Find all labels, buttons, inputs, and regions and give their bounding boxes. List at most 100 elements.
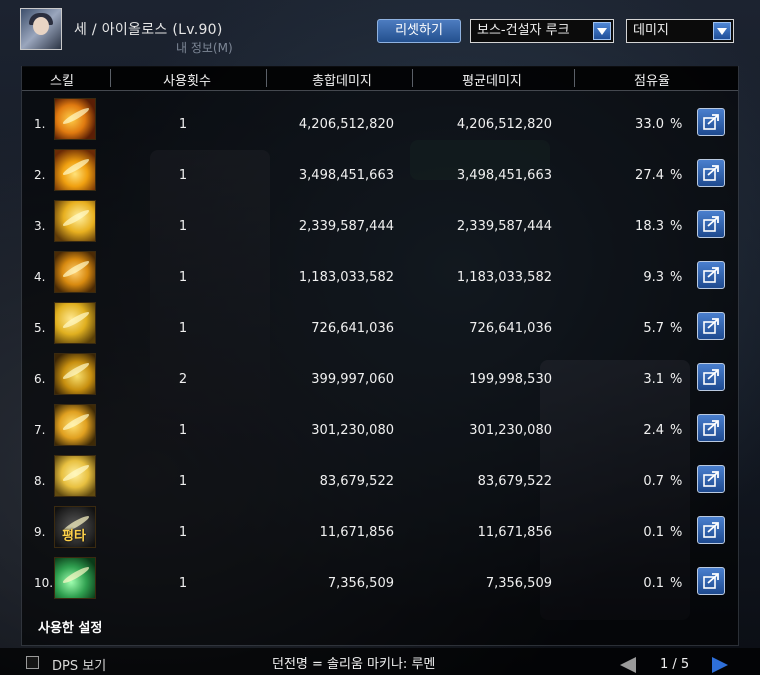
page-subtitle: 내 정보(M) [176, 41, 233, 55]
dps-checkbox[interactable] [26, 656, 39, 669]
table-row: 4. 1 1,183,033,582 1,183,033,582 9.3% [22, 249, 738, 300]
uses-count: 1 [178, 270, 188, 285]
column-average-damage[interactable]: 평균데미지 [422, 70, 562, 89]
skill-icon-2 [54, 149, 96, 191]
share-button[interactable] [697, 210, 725, 238]
average-damage: 7,356,509 [485, 576, 552, 591]
table-header: 스킬 사용횟수 총합데미지 평균데미지 점유율 [22, 66, 738, 91]
page-indicator: 1 / 5 [660, 657, 690, 672]
avatar [20, 8, 62, 50]
skill-icon-1 [54, 98, 96, 140]
share-button[interactable] [697, 516, 725, 544]
row-rank: 8. [34, 474, 46, 488]
uses-count: 1 [178, 168, 188, 183]
skill-label: 평타 [62, 529, 86, 544]
share-value: 33.0 [635, 117, 664, 132]
skill-icon-7 [54, 404, 96, 446]
share-button[interactable] [697, 159, 725, 187]
boss-select[interactable]: 보스-건설자 루크 [470, 19, 614, 43]
table-row: 1. 1 4,206,512,820 4,206,512,820 33.0% [22, 96, 738, 147]
next-page-icon[interactable] [712, 657, 728, 673]
table-row: 3. 1 2,339,587,444 2,339,587,444 18.3% [22, 198, 738, 249]
total-damage: 2,339,587,444 [298, 219, 394, 234]
export-icon [703, 114, 719, 130]
skill-icon-4 [54, 251, 96, 293]
column-share[interactable]: 점유율 [612, 70, 692, 89]
percent-sign: % [670, 219, 683, 234]
total-damage: 4,206,512,820 [298, 117, 394, 132]
uses-count: 1 [178, 219, 188, 234]
column-total-damage[interactable]: 총합데미지 [272, 70, 412, 89]
share-button[interactable] [697, 363, 725, 391]
table-row: 8. 1 83,679,522 83,679,522 0.7% [22, 453, 738, 504]
export-icon [703, 522, 719, 538]
percent-sign: % [670, 372, 683, 387]
uses-count: 2 [178, 372, 188, 387]
share-value: 3.1 [643, 372, 664, 387]
table-row: 2. 1 3,498,451,663 3,498,451,663 27.4% [22, 147, 738, 198]
total-damage: 3,498,451,663 [298, 168, 394, 183]
uses-count: 1 [178, 474, 188, 489]
total-damage: 399,997,060 [311, 372, 394, 387]
skill-icon-3 [54, 200, 96, 242]
average-damage: 1,183,033,582 [456, 270, 552, 285]
skill-icon-6 [54, 353, 96, 395]
skill-icon-5 [54, 302, 96, 344]
table-row: 5. 1 726,641,036 726,641,036 5.7% [22, 300, 738, 351]
average-damage: 301,230,080 [469, 423, 552, 438]
character-name: 세 / 아이올로스 (Lv.90) [74, 22, 223, 38]
average-damage: 2,339,587,444 [456, 219, 552, 234]
export-icon [703, 471, 719, 487]
table-row: 7. 1 301,230,080 301,230,080 2.4% [22, 402, 738, 453]
row-rank: 4. [34, 270, 46, 284]
dungeon-name: 던전명 = 솔리움 마키나: 루멘 [272, 657, 436, 672]
uses-count: 1 [178, 321, 188, 336]
share-value: 0.7 [643, 474, 664, 489]
share-value: 2.4 [643, 423, 664, 438]
used-settings-label[interactable]: 사용한 설정 [38, 617, 102, 636]
row-rank: 6. [34, 372, 46, 386]
percent-sign: % [670, 321, 683, 336]
share-value: 5.7 [643, 321, 664, 336]
total-damage: 301,230,080 [311, 423, 394, 438]
damage-type-value: 데미지 [633, 23, 669, 38]
share-value: 27.4 [635, 168, 664, 183]
average-damage: 11,671,856 [477, 525, 552, 540]
dps-label: DPS 보기 [52, 659, 107, 674]
percent-sign: % [670, 270, 683, 285]
share-button[interactable] [697, 414, 725, 442]
table-row: 10. 1 7,356,509 7,356,509 0.1% [22, 555, 738, 606]
share-button[interactable] [697, 465, 725, 493]
average-damage: 726,641,036 [469, 321, 552, 336]
share-button[interactable] [697, 312, 725, 340]
share-button[interactable] [697, 567, 725, 595]
uses-count: 1 [178, 576, 188, 591]
chevron-down-icon[interactable] [713, 22, 731, 40]
boss-select-value: 보스-건설자 루크 [477, 23, 570, 38]
export-icon [703, 165, 719, 181]
share-value: 18.3 [635, 219, 664, 234]
reset-button[interactable]: 리셋하기 [377, 19, 461, 43]
total-damage: 7,356,509 [327, 576, 394, 591]
column-skill[interactable]: 스킬 [42, 70, 82, 89]
chevron-down-icon[interactable] [593, 22, 611, 40]
total-damage: 11,671,856 [319, 525, 394, 540]
damage-type-select[interactable]: 데미지 [626, 19, 734, 43]
table-row: 9. 평타 1 11,671,856 11,671,856 0.1% [22, 504, 738, 555]
prev-page-icon[interactable] [620, 657, 636, 673]
percent-sign: % [670, 474, 683, 489]
uses-count: 1 [178, 117, 188, 132]
row-rank: 9. [34, 525, 46, 539]
skill-icon-10 [54, 557, 96, 599]
total-damage: 726,641,036 [311, 321, 394, 336]
header: 세 / 아이올로스 (Lv.90) 내 정보(M) 리셋하기 보스-건설자 루크… [0, 0, 760, 62]
export-icon [703, 216, 719, 232]
average-damage: 3,498,451,663 [456, 168, 552, 183]
average-damage: 83,679,522 [477, 474, 552, 489]
share-button[interactable] [697, 108, 725, 136]
table-row: 6. 2 399,997,060 199,998,530 3.1% [22, 351, 738, 402]
export-icon [703, 420, 719, 436]
share-button[interactable] [697, 261, 725, 289]
column-uses[interactable]: 사용횟수 [132, 70, 242, 89]
percent-sign: % [670, 423, 683, 438]
